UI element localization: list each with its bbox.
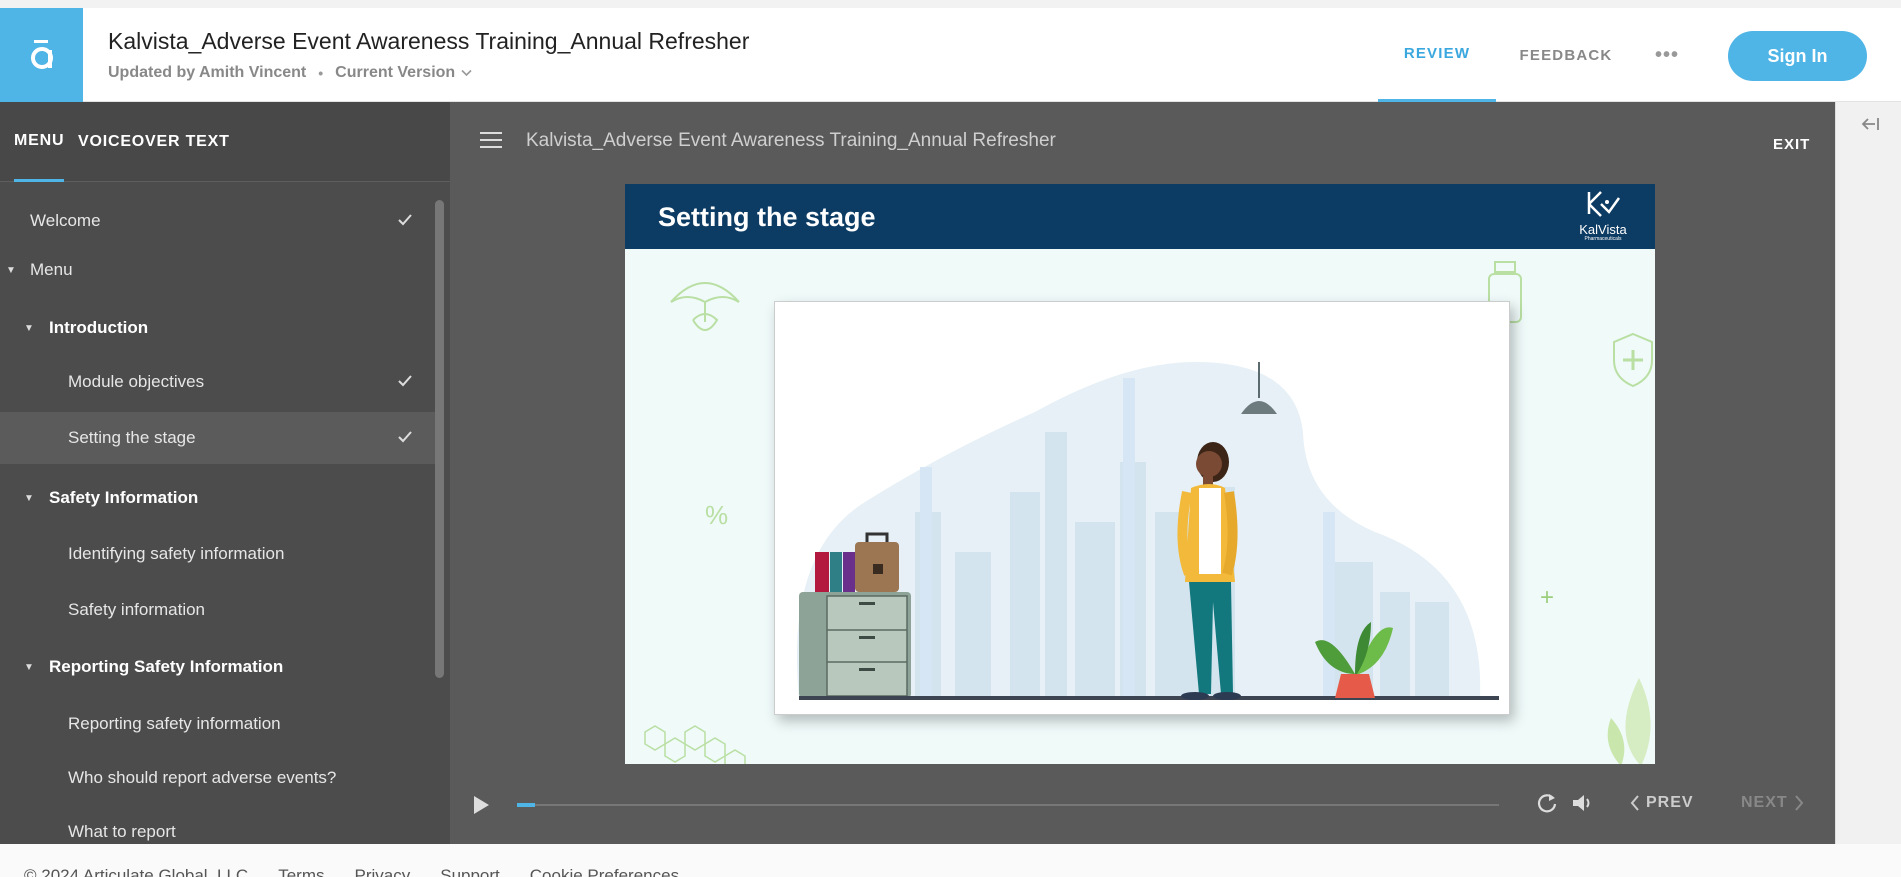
sidebar-item-label: Menu <box>30 260 73 279</box>
woman-office-illustration <box>796 362 1499 700</box>
sidebar-scrollbar[interactable] <box>435 200 444 678</box>
sidebar-item[interactable]: What to report <box>0 806 436 844</box>
next-label: NEXT <box>1741 794 1788 811</box>
tab-menu[interactable]: MENU <box>14 102 65 182</box>
volume-icon[interactable] <box>1570 792 1594 814</box>
footer-link-cookie-preferences[interactable]: Cookie Preferences <box>530 866 679 877</box>
app-header: Kalvista_Adverse Event Awareness Trainin… <box>0 8 1901 102</box>
sidebar-item[interactable]: Setting the stage <box>0 412 436 464</box>
collapse-panel-icon[interactable] <box>1860 116 1880 137</box>
sidebar-item[interactable]: Safety information <box>0 584 436 636</box>
sidebar-item-label: Module objectives <box>68 372 205 391</box>
sidebar-item[interactable]: Module objectives <box>0 356 436 408</box>
sidebar-item[interactable]: ▼ Safety Information <box>0 472 436 524</box>
caret-down-icon[interactable]: ▼ <box>24 323 34 334</box>
play-icon[interactable] <box>472 795 490 815</box>
shield-plus-icon <box>1613 332 1653 388</box>
seek-progress <box>517 803 535 807</box>
sidebar-item[interactable]: Identifying safety information <box>0 528 436 580</box>
exit-button[interactable]: EXIT <box>1773 136 1810 153</box>
hamburger-menu-icon[interactable] <box>480 132 502 150</box>
caret-down-icon[interactable]: ▼ <box>24 493 34 504</box>
logo-name: KalVista <box>1579 222 1627 237</box>
prev-label: PREV <box>1646 794 1694 811</box>
sidebar-item-label: Identifying safety information <box>68 544 285 563</box>
checkmark-icon <box>398 431 412 443</box>
sidebar-item[interactable]: Reporting safety information <box>0 698 436 750</box>
slide-canvas: Setting the stage KalVista Pharmaceutica… <box>625 184 1655 764</box>
version-dropdown[interactable]: Current Version <box>335 64 472 82</box>
sidebar-item-label: Reporting Safety Information <box>49 657 284 676</box>
caret-down-icon[interactable]: ▼ <box>6 265 16 276</box>
sidebar-item-label: Setting the stage <box>68 428 196 447</box>
course-title: Kalvista_Adverse Event Awareness Trainin… <box>108 28 750 54</box>
sidebar-item-label: Safety information <box>68 600 206 619</box>
sidebar-item[interactable]: ▼ Reporting Safety Information <box>0 641 436 693</box>
sidebar-item[interactable]: Welcome <box>0 195 436 247</box>
next-button[interactable]: NEXT <box>1741 794 1804 812</box>
tab-review[interactable]: REVIEW <box>1378 8 1496 102</box>
sidebar-item-label: Introduction <box>49 318 149 337</box>
checkmark-icon <box>398 375 412 387</box>
replay-icon[interactable] <box>1536 792 1558 814</box>
more-options-icon[interactable]: ••• <box>1652 8 1682 102</box>
player-title: Kalvista_Adverse Event Awareness Trainin… <box>526 130 1056 151</box>
course-meta: Updated by Amith Vincent • Current Versi… <box>108 64 472 82</box>
tab-voiceover-text[interactable]: VOICEOVER TEXT <box>78 102 230 182</box>
slide-illustration <box>774 301 1510 715</box>
prev-button[interactable]: PREV <box>1630 794 1694 812</box>
sidebar-item-label: Who should report adverse events? <box>68 768 337 787</box>
course-sidebar: MENU VOICEOVER TEXT Welcome ▼ Menu ▼ Introdu… <box>0 102 450 844</box>
chevron-down-icon <box>461 69 472 77</box>
chevron-left-icon <box>1630 795 1639 811</box>
seek-bar[interactable] <box>517 803 1499 807</box>
sidebar-item-label: Reporting safety information <box>68 714 281 733</box>
sidebar-item-label: Safety Information <box>49 488 199 507</box>
articulate-logo-icon[interactable] <box>0 8 83 102</box>
sign-in-button[interactable]: Sign In <box>1728 31 1867 81</box>
footer-link-terms[interactable]: Terms <box>278 866 324 877</box>
leaf-decoration-icon <box>1607 678 1651 764</box>
chevron-right-icon <box>1794 795 1803 811</box>
sidebar-item-label: Welcome <box>30 211 101 230</box>
caret-down-icon[interactable]: ▼ <box>24 662 34 673</box>
kalvista-logo: KalVista Pharmaceuticals <box>1573 190 1633 244</box>
sidebar-item[interactable]: ▼ Introduction <box>0 302 436 354</box>
sidebar-tabs: MENU VOICEOVER TEXT <box>0 102 450 182</box>
percent-glyph: % <box>705 500 729 530</box>
page-footer: © 2024 Articulate Global, LLC Terms Priv… <box>0 844 1901 877</box>
plus-glyph: + <box>1540 584 1555 611</box>
slide-heading: Setting the stage <box>658 202 876 232</box>
right-panel <box>1835 102 1901 844</box>
sidebar-item[interactable]: ▼ Menu <box>0 244 436 296</box>
copyright: © 2024 Articulate Global, LLC <box>24 866 249 877</box>
version-label: Current Version <box>335 64 456 81</box>
meta-separator: • <box>318 65 324 81</box>
sidebar-item[interactable]: Who should report adverse events? <box>0 752 436 804</box>
footer-link-support[interactable]: Support <box>440 866 500 877</box>
hexagon-pattern-icon <box>644 725 746 764</box>
course-player: Kalvista_Adverse Event Awareness Trainin… <box>450 102 1835 844</box>
checkmark-icon <box>398 214 412 226</box>
tab-feedback[interactable]: FEEDBACK <box>1508 8 1624 102</box>
updated-by: Updated by Amith Vincent <box>108 64 307 81</box>
player-controls: PREV NEXT <box>450 775 1835 835</box>
sidebar-item-label: What to report <box>68 822 176 841</box>
footer-link-privacy[interactable]: Privacy <box>355 866 411 877</box>
umbrella-heart-icon <box>670 282 740 331</box>
